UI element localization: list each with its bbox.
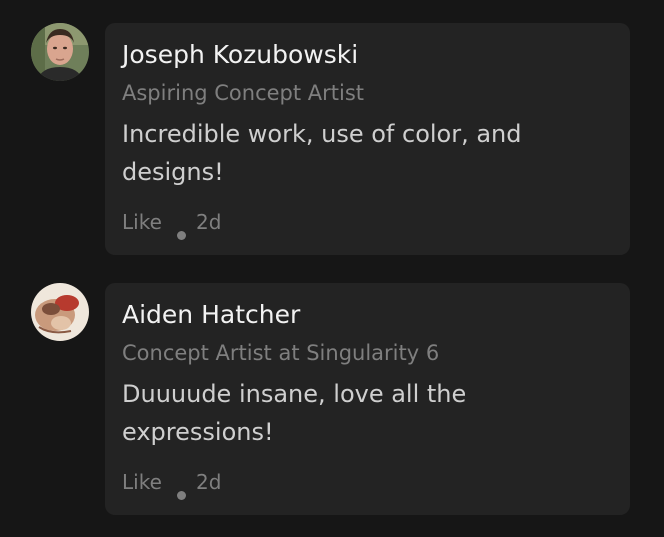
profile-photo-icon	[31, 283, 89, 341]
profile-photo-icon	[31, 23, 89, 81]
separator-dot-icon	[177, 491, 186, 500]
comment-text: Duuuude insane, love all the expressions…	[122, 380, 467, 446]
comment-author-name[interactable]: Aiden Hatcher	[122, 300, 300, 330]
comment-bubble: Joseph Kozubowski Aspiring Concept Artis…	[105, 23, 630, 255]
avatar[interactable]	[31, 283, 89, 341]
comment-text: Incredible work, use of color, and desig…	[122, 120, 522, 186]
comment-timestamp: 2d	[196, 210, 222, 234]
comment-meta: Like 2d	[122, 469, 322, 500]
like-button[interactable]: Like	[122, 469, 162, 495]
avatar[interactable]	[31, 23, 89, 81]
comment-author-name[interactable]: Joseph Kozubowski	[122, 40, 358, 70]
comment-author-headline: Concept Artist at Singularity 6	[122, 341, 440, 365]
comment-meta: Like 2d	[122, 209, 322, 240]
comment-timestamp: 2d	[196, 470, 222, 494]
like-button[interactable]: Like	[122, 209, 162, 235]
separator-dot-icon	[177, 231, 186, 240]
comment-author-headline: Aspiring Concept Artist	[122, 81, 365, 105]
comment-list: Joseph Kozubowski Aspiring Concept Artis…	[0, 0, 664, 537]
comment-bubble: Aiden Hatcher Concept Artist at Singular…	[105, 283, 630, 515]
